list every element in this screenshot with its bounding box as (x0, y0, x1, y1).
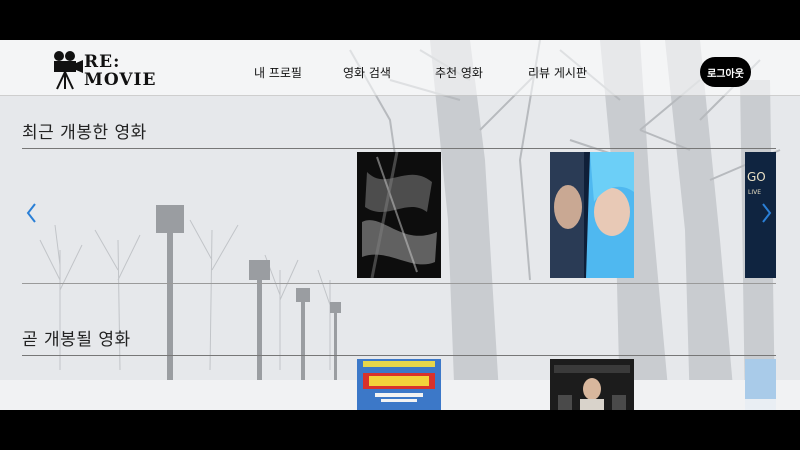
film-camera-icon (54, 51, 83, 90)
brand-line-1: RE: (84, 52, 121, 72)
section-divider (22, 283, 776, 284)
nav-recommended-movies[interactable]: 추천 영화 (435, 64, 483, 81)
section-title-upcoming: 곧 개봉될 영화 (22, 330, 131, 350)
now-showing-carousel: GO LIVE (22, 149, 776, 284)
brand-logo[interactable]: RE: MOVIE (50, 48, 160, 90)
nav-review-board[interactable]: 리뷰 게시판 (528, 64, 587, 81)
poster-artwork (550, 152, 634, 278)
poster-artwork (357, 359, 441, 410)
brand-wordmark: RE: MOVIE (84, 53, 156, 89)
nav-movie-search[interactable]: 영화 검색 (343, 64, 391, 81)
svg-text:GO: GO (747, 170, 766, 184)
movie-poster[interactable] (550, 359, 634, 410)
section-title-now-showing: 최근 개봉한 영화 (22, 123, 147, 143)
upcoming-carousel (22, 356, 776, 410)
logout-button[interactable]: 로그아웃 (700, 57, 751, 87)
chevron-right-icon[interactable] (758, 202, 774, 224)
nav-my-profile[interactable]: 내 프로필 (254, 64, 302, 81)
chevron-left-icon[interactable] (24, 202, 40, 224)
movie-poster[interactable] (745, 359, 776, 410)
movie-poster[interactable] (550, 152, 634, 278)
movie-poster[interactable] (357, 359, 441, 410)
svg-text:LIVE: LIVE (748, 189, 761, 196)
poster-artwork (745, 359, 776, 410)
brand-line-2: MOVIE (84, 70, 157, 90)
movie-poster[interactable] (357, 152, 441, 278)
app-viewport: RE: MOVIE 내 프로필 영화 검색 추천 영화 리뷰 게시판 로그아웃 … (0, 40, 800, 410)
top-header: RE: MOVIE 내 프로필 영화 검색 추천 영화 리뷰 게시판 로그아웃 (0, 40, 800, 96)
poster-artwork (357, 152, 441, 278)
poster-artwork (550, 359, 634, 410)
